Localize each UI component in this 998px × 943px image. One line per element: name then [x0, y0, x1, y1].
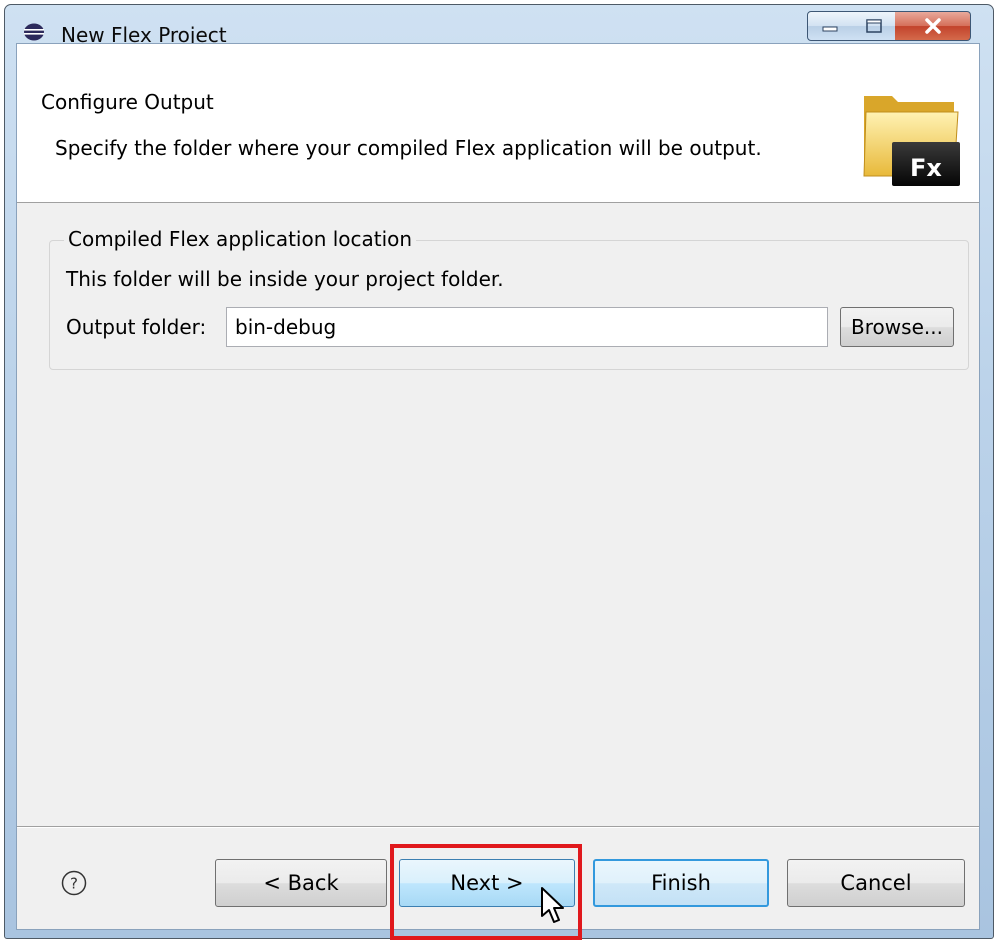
- output-location-group: Compiled Flex application location This …: [49, 227, 969, 370]
- finish-button[interactable]: Finish: [593, 859, 769, 907]
- wizard-header: Configure Output Specify the folder wher…: [17, 44, 979, 203]
- eclipse-icon: [24, 23, 44, 41]
- close-button[interactable]: [895, 11, 971, 41]
- browse-button[interactable]: Browse...: [840, 307, 954, 347]
- help-icon[interactable]: ?: [61, 870, 87, 896]
- minimize-icon: [822, 26, 838, 32]
- footer-separator: [17, 826, 979, 828]
- back-button[interactable]: < Back: [215, 859, 387, 907]
- dialog-window: New Flex Project Configure Output Specif…: [4, 4, 994, 939]
- close-icon: [924, 18, 941, 34]
- page-description: Specify the folder where your compiled F…: [55, 136, 762, 160]
- minimize-button[interactable]: [807, 11, 853, 41]
- help-symbol: ?: [70, 875, 78, 893]
- page-title: Configure Output: [41, 90, 214, 114]
- mouse-cursor-icon: [541, 887, 564, 923]
- cancel-button[interactable]: Cancel: [787, 859, 965, 907]
- output-folder-input[interactable]: [226, 307, 828, 347]
- maximize-icon: [865, 19, 882, 33]
- title-bar[interactable]: New Flex Project: [5, 5, 993, 47]
- flex-logo-text: Fx: [910, 154, 942, 182]
- group-title: Compiled Flex application location: [64, 227, 417, 251]
- output-folder-label: Output folder:: [66, 315, 207, 339]
- maximize-button[interactable]: [852, 11, 896, 41]
- group-description: This folder will be inside your project …: [66, 267, 504, 291]
- dialog-client-area: Configure Output Specify the folder wher…: [16, 43, 980, 930]
